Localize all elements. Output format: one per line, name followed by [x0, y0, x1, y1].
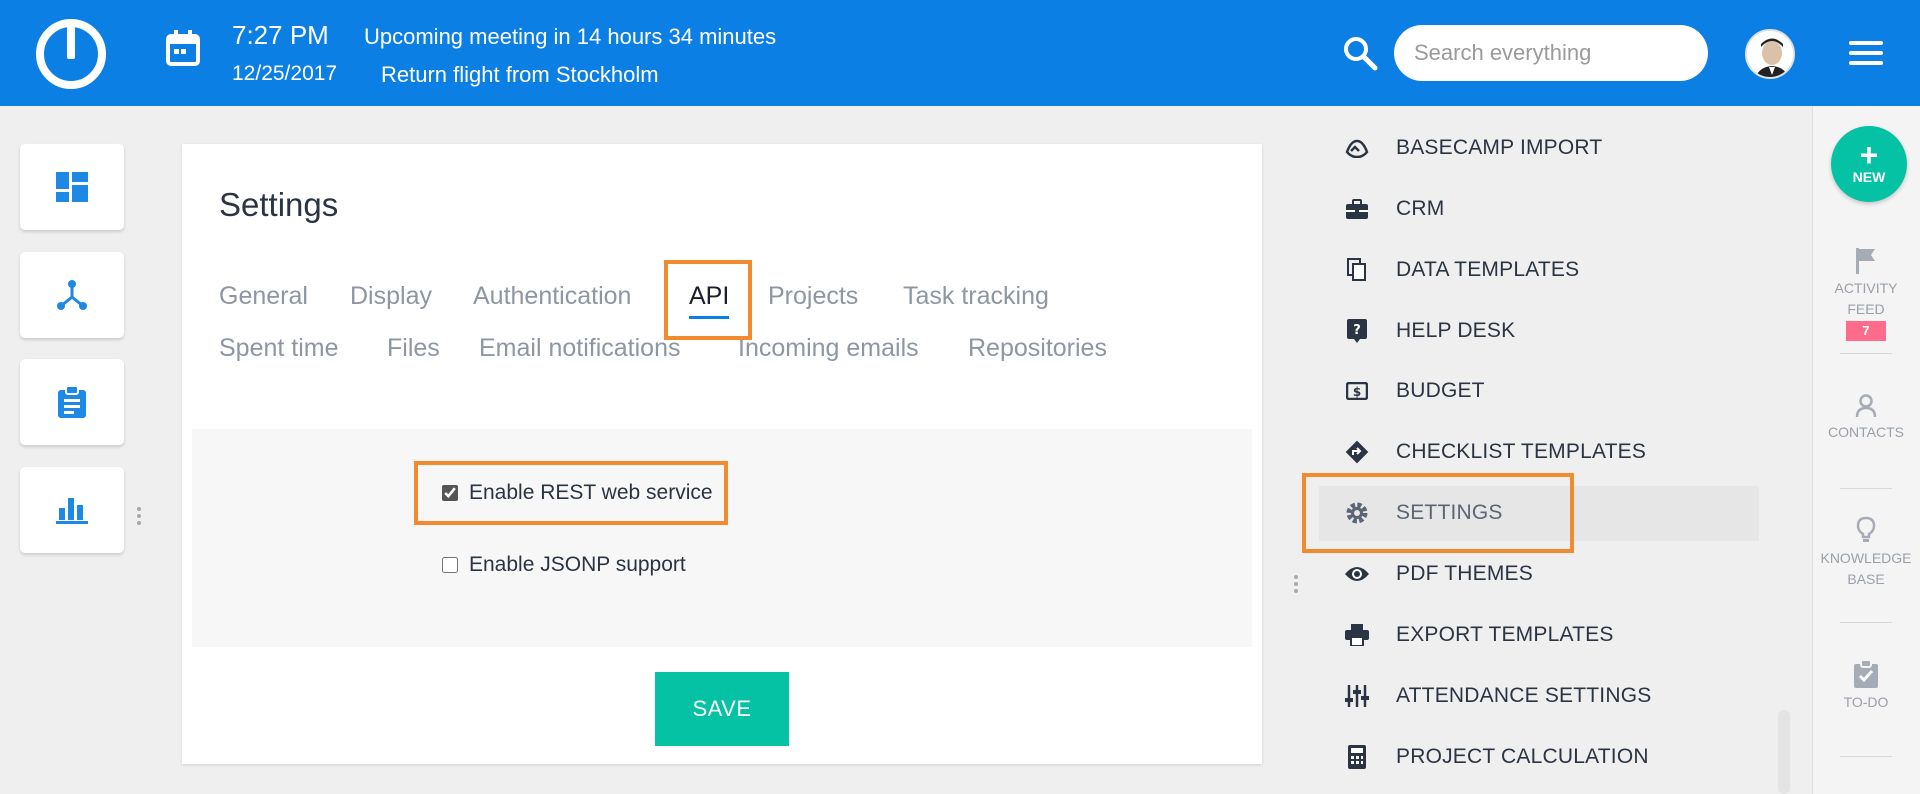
- sliders-icon: [1342, 681, 1372, 711]
- enable-rest-row[interactable]: Enable REST web service: [442, 481, 713, 505]
- top-bar: 7:27 PM 12/25/2017 Upcoming meeting in 1…: [0, 0, 1920, 106]
- bar-chart-icon: [56, 498, 88, 524]
- enable-rest-label: Enable REST web service: [469, 481, 713, 504]
- directions-icon: [1342, 437, 1372, 467]
- eye-icon: [1342, 559, 1372, 589]
- knowledge-base-button[interactable]: KNOWLEDGE BASE: [1812, 516, 1920, 590]
- lightbulb-icon: [1856, 516, 1876, 542]
- dashboard-icon: [56, 172, 88, 202]
- money-icon: $: [1342, 376, 1372, 406]
- sidebar-divider: [1840, 488, 1892, 489]
- contacts-button[interactable]: CONTACTS: [1812, 394, 1920, 443]
- tab-email-notifications[interactable]: Email notifications: [479, 334, 680, 363]
- settings-card: Settings General Display Authentication …: [182, 144, 1262, 764]
- rail-resize-handle[interactable]: [137, 507, 141, 528]
- copy-icon: [1342, 255, 1372, 285]
- save-button[interactable]: SAVE: [655, 672, 789, 746]
- new-button[interactable]: + NEW: [1831, 126, 1907, 202]
- tab-files[interactable]: Files: [387, 334, 440, 363]
- tab-spent-time[interactable]: Spent time: [219, 334, 339, 363]
- calculator-icon: [1342, 742, 1372, 772]
- app-logo-icon[interactable]: [36, 19, 106, 89]
- menu-item-crm[interactable]: CRM: [1342, 189, 1762, 229]
- settings-menu-highlight: [1302, 473, 1574, 553]
- person-icon: [1855, 394, 1877, 418]
- menu-item-attendance-settings[interactable]: ATTENDANCE SETTINGS: [1342, 676, 1762, 716]
- clipboard-icon: [58, 386, 86, 418]
- menu-item-budget[interactable]: $ BUDGET: [1342, 371, 1762, 411]
- knowledge-base-label: KNOWLEDGE BASE: [1820, 550, 1912, 587]
- contacts-label: CONTACTS: [1828, 424, 1904, 440]
- enable-jsonp-row[interactable]: Enable JSONP support: [442, 553, 686, 577]
- sidebar-divider: [1840, 353, 1892, 354]
- menu-item-basecamp-import[interactable]: BASECAMP IMPORT: [1342, 128, 1762, 168]
- flag-icon: [1856, 248, 1875, 274]
- activity-feed-button[interactable]: ACTIVITY FEED 7: [1812, 248, 1920, 341]
- tab-projects[interactable]: Projects: [768, 282, 858, 311]
- sidebar-divider: [1840, 756, 1892, 757]
- menu-item-pdf-themes[interactable]: PDF THEMES: [1342, 554, 1762, 594]
- todo-label: TO-DO: [1843, 694, 1889, 710]
- current-time: 7:27 PM: [232, 20, 329, 50]
- user-avatar[interactable]: [1745, 29, 1795, 79]
- tab-display[interactable]: Display: [350, 282, 432, 311]
- tasks-button[interactable]: [20, 359, 124, 445]
- menu-item-export-templates[interactable]: EXPORT TEMPLATES: [1342, 615, 1762, 655]
- reports-button[interactable]: [20, 467, 124, 553]
- clipboard-check-icon: [1854, 660, 1878, 688]
- svg-text:$: $: [1353, 385, 1361, 399]
- menu-item-data-templates[interactable]: DATA TEMPLATES: [1342, 250, 1762, 290]
- calendar-icon[interactable]: [166, 30, 200, 66]
- current-date: 12/25/2017: [232, 62, 338, 85]
- dashboard-button[interactable]: [20, 144, 124, 230]
- user-portrait-icon: [1747, 31, 1793, 77]
- search-icon[interactable]: [1342, 35, 1378, 71]
- todo-button[interactable]: TO-DO: [1812, 660, 1920, 713]
- api-tab-highlight: [664, 260, 752, 340]
- enable-rest-checkbox[interactable]: [442, 485, 458, 501]
- upcoming-event-1[interactable]: Upcoming meeting in 14 hours 34 minutes: [364, 24, 776, 50]
- question-icon: ?: [1342, 316, 1372, 346]
- tab-general[interactable]: General: [219, 282, 308, 311]
- hierarchy-icon: [57, 280, 87, 310]
- page-title: Settings: [219, 186, 339, 223]
- search-input[interactable]: [1394, 25, 1708, 81]
- tab-repositories[interactable]: Repositories: [968, 334, 1107, 363]
- hierarchy-button[interactable]: [20, 252, 124, 338]
- svg-text:?: ?: [1353, 323, 1361, 338]
- sidebar-divider: [1840, 622, 1892, 623]
- tab-incoming-emails[interactable]: Incoming emails: [738, 334, 919, 363]
- basecamp-icon: [1342, 133, 1372, 163]
- upcoming-event-2[interactable]: Return flight from Stockholm: [381, 62, 659, 88]
- activity-count-badge: 7: [1846, 321, 1886, 341]
- briefcase-icon: [1342, 194, 1372, 224]
- plus-icon: +: [1859, 137, 1879, 173]
- tab-task-tracking[interactable]: Task tracking: [903, 282, 1049, 311]
- enable-jsonp-label: Enable JSONP support: [469, 553, 686, 576]
- menu-item-project-calculation[interactable]: PROJECT CALCULATION: [1342, 737, 1762, 777]
- panel-resize-handle[interactable]: [1294, 575, 1298, 596]
- printer-icon: [1342, 620, 1372, 650]
- menu-item-checklist-templates[interactable]: CHECKLIST TEMPLATES: [1342, 432, 1762, 472]
- activity-feed-label: ACTIVITY FEED: [1834, 280, 1898, 317]
- enable-jsonp-checkbox[interactable]: [442, 557, 458, 573]
- main-menu-icon[interactable]: [1849, 41, 1883, 65]
- menu-item-help-desk[interactable]: ? HELP DESK: [1342, 311, 1762, 351]
- tab-authentication[interactable]: Authentication: [473, 282, 631, 311]
- menu-scrollbar[interactable]: [1778, 710, 1790, 794]
